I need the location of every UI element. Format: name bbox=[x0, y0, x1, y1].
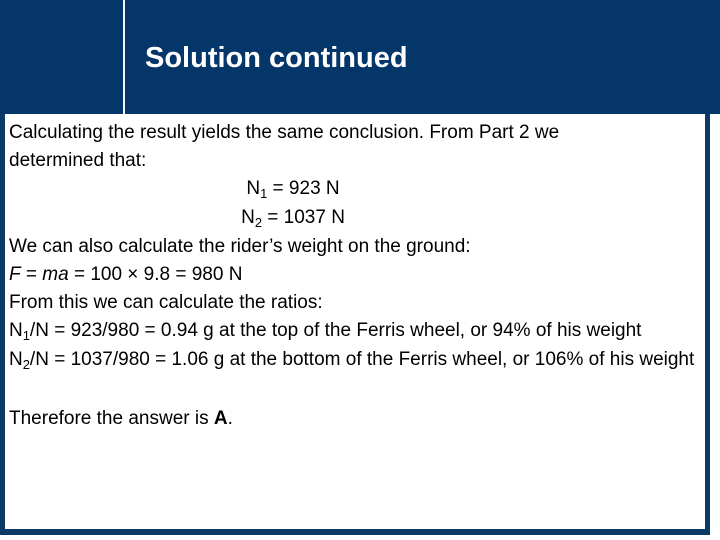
ratio-2-text: /N = 1037/980 = 1.06 g at the bottom of … bbox=[29, 349, 695, 370]
force-equation-result: = 100 × 9.8 = 980 N bbox=[68, 264, 243, 285]
header-divider bbox=[123, 0, 125, 114]
conclusion-answer: A bbox=[213, 408, 228, 429]
slide-content-panel: Calculating the result yields the same c… bbox=[0, 114, 710, 535]
slide-header-bar: Solution continued bbox=[0, 0, 720, 114]
equation-n1-symbol: N bbox=[246, 178, 261, 199]
mass-acceleration-symbol: ma bbox=[42, 264, 69, 285]
ratio-1-subscript: 1 bbox=[22, 327, 30, 343]
ratios-intro-line: From this we can calculate the ratios: bbox=[9, 292, 323, 313]
equation-n2: N2 = 1037 N bbox=[9, 204, 701, 233]
equation-n1: N1 = 923 N bbox=[9, 175, 701, 204]
slide-content-body: Calculating the result yields the same c… bbox=[9, 119, 701, 527]
ratio-2-symbol: N bbox=[9, 349, 23, 370]
force-symbol: F bbox=[9, 264, 21, 285]
equation-n2-value: = 1037 N bbox=[262, 207, 345, 228]
equation-n2-symbol: N bbox=[241, 207, 255, 228]
intro-line-1: Calculating the result yields the same c… bbox=[9, 122, 560, 143]
conclusion-line: Therefore the answer is A. bbox=[9, 405, 701, 433]
equation-n1-subscript: 1 bbox=[260, 185, 268, 201]
slide: Solution continued Calculating the resul… bbox=[0, 0, 720, 540]
ratio-2-subscript: 2 bbox=[22, 356, 30, 372]
weight-intro-line: We can also calculate the rider’s weight… bbox=[9, 236, 471, 257]
ratio-1-text: /N = 923/980 = 0.94 g at the top of the … bbox=[29, 320, 642, 341]
equation-n1-value: = 923 N bbox=[267, 178, 340, 199]
conclusion-suffix: . bbox=[227, 408, 233, 429]
ratio-line-2: N2/N = 1037/980 = 1.06 g at the bottom o… bbox=[9, 346, 701, 375]
ratio-1-symbol: N bbox=[9, 320, 23, 341]
equation-n2-subscript: 2 bbox=[254, 214, 262, 230]
force-equation: F = ma = 100 × 9.8 = 980 N bbox=[9, 261, 701, 289]
intro-line-2: determined that: bbox=[9, 150, 147, 171]
page-title: Solution continued bbox=[145, 42, 408, 74]
force-equals: = bbox=[20, 264, 43, 285]
ratio-line-1: N1/N = 923/980 = 0.94 g at the top of th… bbox=[9, 317, 701, 346]
conclusion-prefix: Therefore the answer is bbox=[9, 408, 214, 429]
